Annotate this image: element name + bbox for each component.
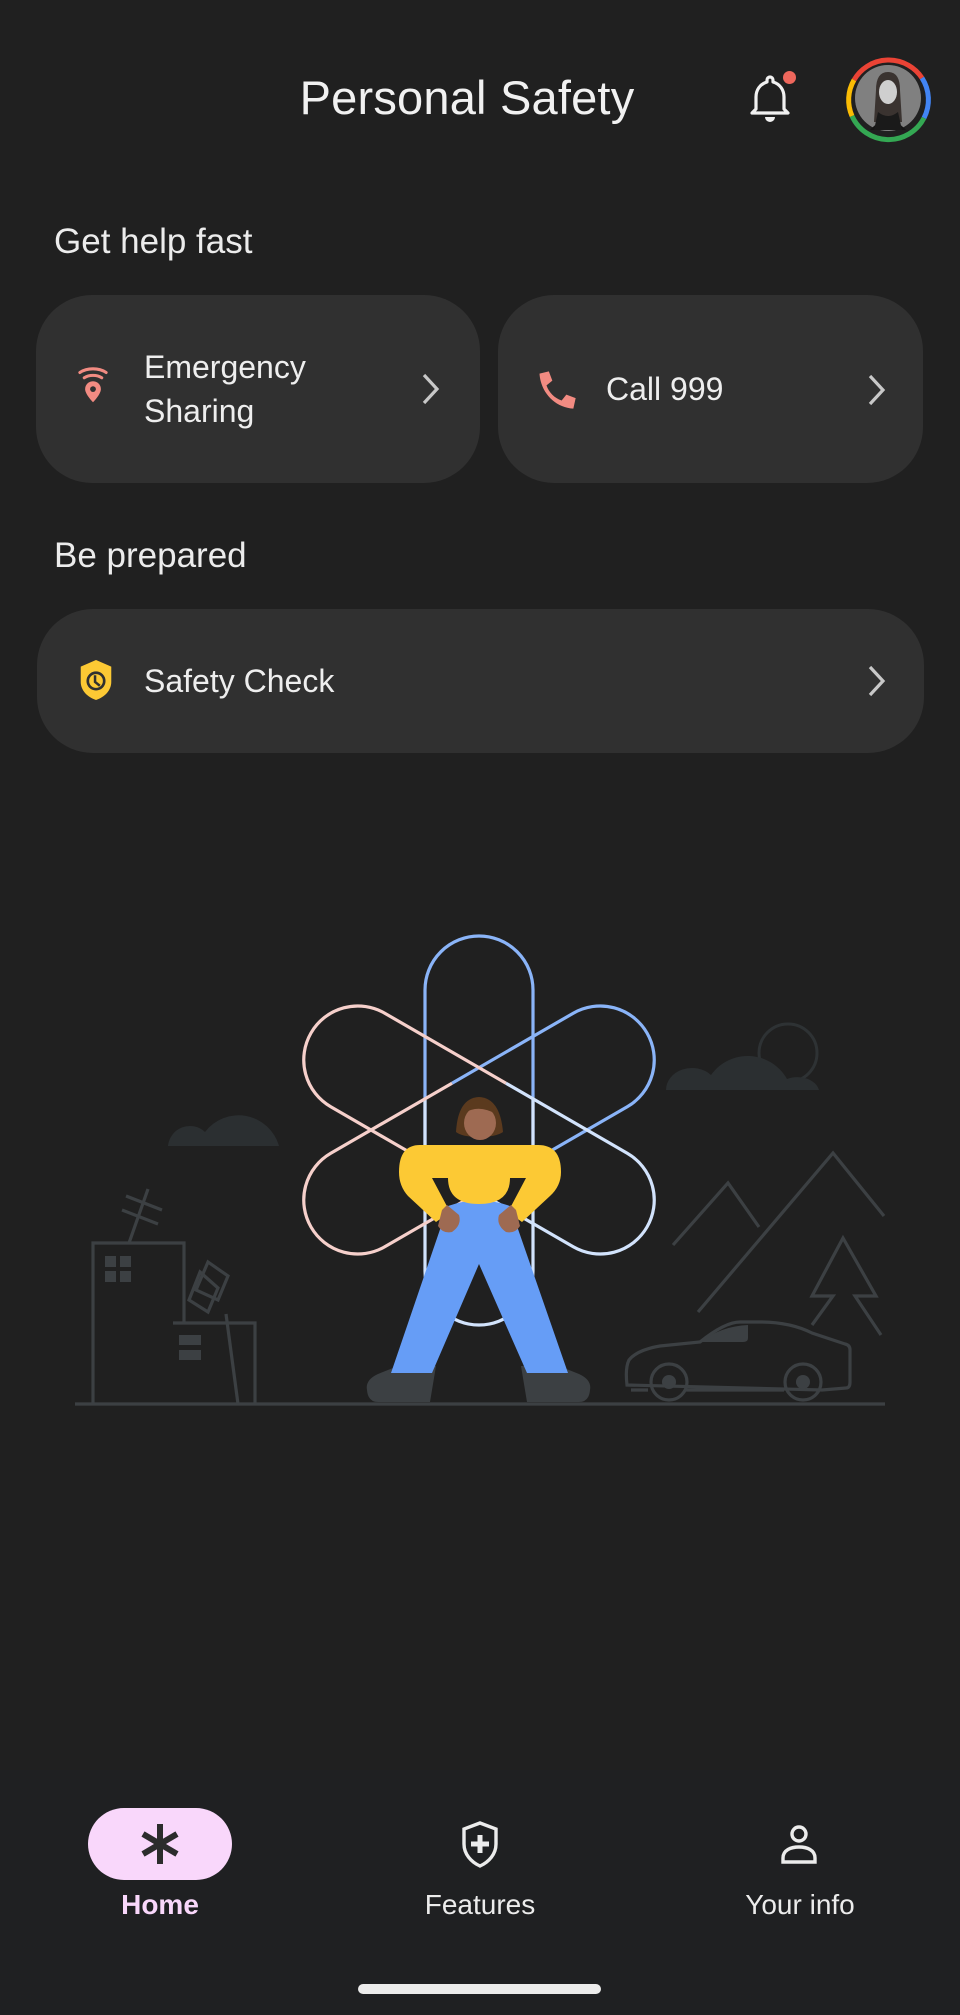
call-999-label: Call 999 bbox=[606, 371, 724, 407]
chevron-right-icon bbox=[868, 665, 886, 697]
label-line-1: Emergency bbox=[144, 349, 306, 385]
label-line-2: Sharing bbox=[144, 393, 255, 429]
buildings bbox=[91, 1188, 257, 1405]
safety-check-label: Safety Check bbox=[144, 663, 335, 699]
cloud-right bbox=[666, 1055, 819, 1090]
nav-label-features: Features bbox=[424, 1889, 536, 1920]
building-windows bbox=[105, 1256, 201, 1360]
person-figure bbox=[366, 1097, 591, 1402]
nav-item-home[interactable]: Home bbox=[0, 1770, 320, 1950]
safety-illustration bbox=[75, 934, 886, 1406]
section-title-be-prepared: Be prepared bbox=[54, 536, 247, 575]
nav-label-your-info: Your info bbox=[745, 1889, 855, 1920]
nav-item-your-info[interactable]: Your info bbox=[640, 1770, 960, 1950]
avatar-ring bbox=[846, 57, 931, 143]
asterisk-icon bbox=[141, 1824, 179, 1864]
tree bbox=[809, 1234, 883, 1336]
section-title-get-help: Get help fast bbox=[54, 222, 253, 261]
bottom-navigation: Home Features Your info bbox=[0, 1770, 960, 2015]
location-broadcast-icon bbox=[78, 367, 108, 403]
nav-label-home: Home bbox=[121, 1889, 199, 1920]
cloud-left bbox=[168, 1115, 279, 1146]
shield-clock-icon bbox=[80, 659, 112, 701]
emergency-sharing-label: Emergency Sharing bbox=[144, 345, 306, 433]
call-emergency-card[interactable]: Call 999 bbox=[498, 295, 923, 483]
account-avatar[interactable] bbox=[840, 50, 936, 146]
shield-plus-icon bbox=[462, 1821, 498, 1868]
person-icon bbox=[781, 1825, 817, 1864]
mountains bbox=[671, 1150, 886, 1314]
gesture-home-bar[interactable] bbox=[358, 1984, 601, 1994]
safety-check-card[interactable]: Safety Check bbox=[37, 609, 924, 753]
emergency-sharing-card[interactable]: Emergency Sharing bbox=[36, 295, 480, 483]
chevron-right-icon bbox=[422, 373, 440, 405]
notification-badge bbox=[783, 71, 796, 84]
chevron-right-icon bbox=[868, 374, 886, 406]
phone-icon bbox=[539, 371, 576, 409]
nav-item-features[interactable]: Features bbox=[320, 1770, 640, 1950]
